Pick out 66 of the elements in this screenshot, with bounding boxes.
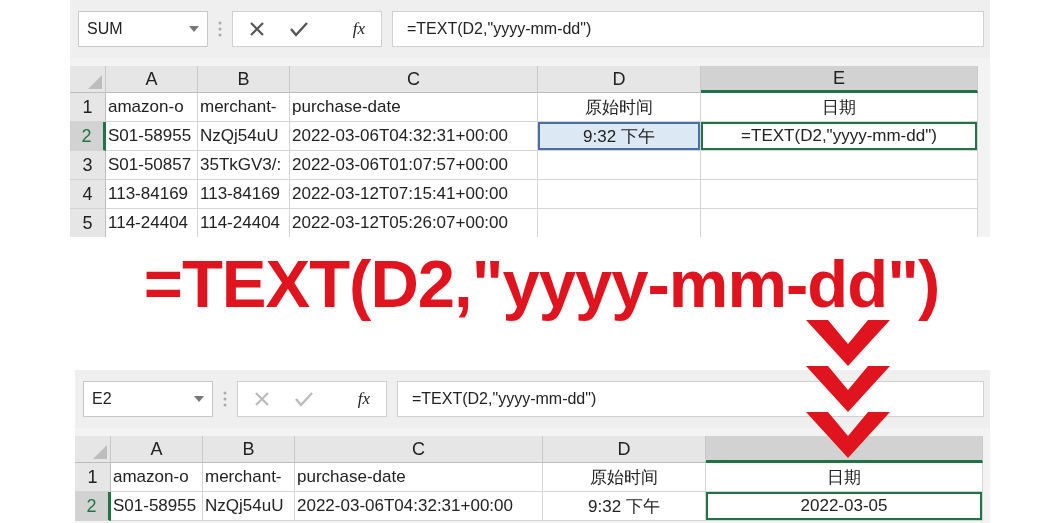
table-cell[interactable]: 9:32 下午 bbox=[543, 492, 706, 521]
row-header[interactable]: 3 bbox=[70, 151, 106, 180]
table-cell[interactable]: 2022-03-06T04:32:31+00:00 bbox=[290, 122, 538, 151]
column-header[interactable]: D bbox=[543, 436, 706, 463]
table-cell[interactable]: 114-24404 bbox=[106, 209, 198, 237]
table-cell[interactable]: 2022-03-12T05:26:07+00:00 bbox=[290, 209, 538, 237]
row-header[interactable]: 1 bbox=[75, 463, 111, 492]
table-cell[interactable]: 114-24404 bbox=[198, 209, 290, 237]
column-header[interactable]: D bbox=[538, 66, 701, 93]
select-all-icon[interactable] bbox=[93, 445, 107, 459]
table-cell[interactable]: =TEXT(D2,"yyyy-mm-dd") bbox=[701, 122, 978, 151]
column-header[interactable]: E bbox=[701, 66, 978, 93]
table-cell[interactable]: 35TkGV3/: bbox=[198, 151, 290, 180]
table-cell[interactable]: 2022-03-05 bbox=[706, 492, 983, 521]
column-header[interactable]: A bbox=[111, 436, 203, 463]
table-cell[interactable]: NzQj54uU bbox=[203, 492, 295, 521]
table-cell[interactable]: 2022-03-06T04:32:31+00:00 bbox=[295, 492, 543, 521]
column-header[interactable]: C bbox=[295, 436, 543, 463]
row-header[interactable]: 2 bbox=[75, 492, 111, 521]
grip-icon bbox=[218, 20, 222, 38]
insert-function-button[interactable]: fx bbox=[352, 19, 365, 39]
caret-icon[interactable] bbox=[194, 396, 204, 402]
formula-headline: =TEXT(D2,"yyyy-mm-dd") bbox=[142, 245, 940, 323]
grip-icon bbox=[223, 390, 227, 408]
table-cell[interactable]: S01-58955 bbox=[106, 122, 198, 151]
column-header[interactable]: A bbox=[106, 66, 198, 93]
row-header[interactable]: 1 bbox=[70, 93, 106, 122]
row-header[interactable]: 2 bbox=[70, 122, 106, 151]
table-cell[interactable]: amazon-o bbox=[111, 463, 203, 492]
column-header[interactable]: B bbox=[198, 66, 290, 93]
table-cell[interactable]: 原始时间 bbox=[543, 463, 706, 492]
table-cell[interactable] bbox=[701, 151, 978, 180]
name-box[interactable]: SUM bbox=[78, 11, 208, 47]
column-header[interactable] bbox=[706, 436, 983, 463]
table-cell[interactable]: 113-84169 bbox=[198, 180, 290, 209]
name-box[interactable]: E2 bbox=[83, 381, 213, 417]
table-cell[interactable] bbox=[538, 151, 701, 180]
select-all-icon[interactable] bbox=[88, 75, 102, 89]
table-cell[interactable] bbox=[538, 180, 701, 209]
table-cell[interactable]: NzQj54uU bbox=[198, 122, 290, 151]
caret-icon[interactable] bbox=[189, 26, 199, 32]
table-cell[interactable]: amazon-o bbox=[106, 93, 198, 122]
formula-field[interactable]: =TEXT(D2,"yyyy-mm-dd") bbox=[397, 381, 984, 417]
table-cell[interactable]: 日期 bbox=[701, 93, 978, 122]
table-cell[interactable]: 2022-03-12T07:15:41+00:00 bbox=[290, 180, 538, 209]
check-icon[interactable] bbox=[294, 391, 314, 407]
table-cell[interactable]: S01-50857 bbox=[106, 151, 198, 180]
table-cell[interactable]: 2022-03-06T01:07:57+00:00 bbox=[290, 151, 538, 180]
table-cell[interactable]: 日期 bbox=[706, 463, 983, 492]
cancel-icon[interactable] bbox=[249, 21, 265, 37]
column-header[interactable]: C bbox=[290, 66, 538, 93]
row-header[interactable]: 4 bbox=[70, 180, 106, 209]
table-cell[interactable]: purchase-date bbox=[295, 463, 543, 492]
formula-field[interactable]: =TEXT(D2,"yyyy-mm-dd") bbox=[392, 11, 984, 47]
table-cell[interactable]: purchase-date bbox=[290, 93, 538, 122]
table-cell[interactable]: 9:32 下午 bbox=[538, 122, 701, 151]
row-header[interactable]: 5 bbox=[70, 209, 106, 237]
down-chevrons-icon bbox=[806, 320, 890, 460]
table-cell[interactable]: 113-84169 bbox=[106, 180, 198, 209]
column-header[interactable]: B bbox=[203, 436, 295, 463]
table-cell[interactable] bbox=[701, 180, 978, 209]
table-cell[interactable]: S01-58955 bbox=[111, 492, 203, 521]
check-icon[interactable] bbox=[289, 21, 309, 37]
insert-function-button[interactable]: fx bbox=[357, 389, 370, 409]
table-cell[interactable]: merchant- bbox=[203, 463, 295, 492]
table-cell[interactable]: merchant- bbox=[198, 93, 290, 122]
